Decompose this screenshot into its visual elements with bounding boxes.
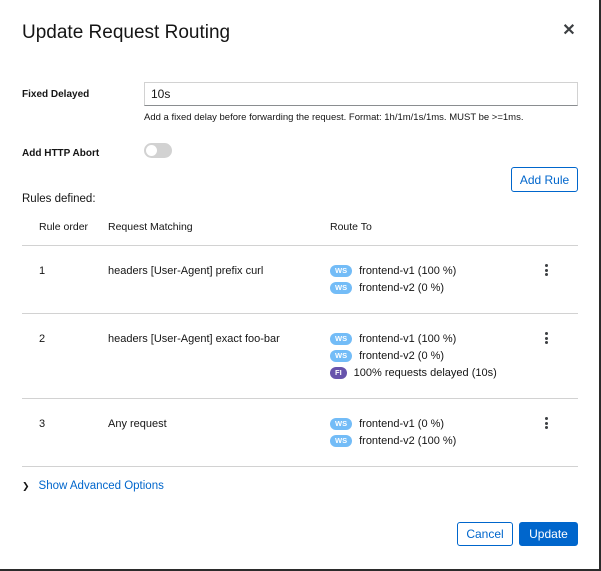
ws-badge: WS: [330, 350, 353, 362]
request-matching: Any request: [108, 418, 167, 430]
close-icon[interactable]: ✕: [561, 22, 577, 40]
route-text: frontend-v1 (100 %): [359, 333, 457, 345]
rules-defined-label: Rules defined:: [22, 193, 96, 205]
fi-badge: FI: [330, 367, 347, 379]
column-header-route-to: Route To: [330, 221, 372, 233]
ws-badge: WS: [330, 282, 353, 294]
rule-order: 1: [39, 265, 46, 277]
ws-badge: WS: [330, 435, 353, 447]
chevron-right-icon: ❯: [22, 480, 30, 491]
row-divider: [22, 398, 578, 399]
kebab-icon[interactable]: [541, 416, 551, 430]
cancel-button[interactable]: Cancel: [457, 522, 513, 546]
route-item: WS frontend-v1 (100 %): [330, 265, 456, 277]
update-request-routing-modal: Update Request Routing ✕ Fixed Delayed A…: [0, 0, 601, 571]
route-text: frontend-v2 (0 %): [359, 282, 445, 294]
route-item: WS frontend-v1 (0 %): [330, 418, 444, 430]
ws-badge: WS: [330, 333, 353, 345]
route-item: WS frontend-v2 (0 %): [330, 282, 444, 294]
fixed-delayed-input[interactable]: [144, 82, 578, 106]
toggle-knob: [146, 145, 157, 156]
route-item: FI 100% requests delayed (10s): [330, 367, 497, 379]
ws-badge: WS: [330, 418, 353, 430]
add-rule-button[interactable]: Add Rule: [511, 167, 578, 192]
kebab-icon[interactable]: [541, 263, 551, 277]
route-text: frontend-v2 (100 %): [359, 435, 457, 447]
request-matching: headers [User-Agent] exact foo-bar: [108, 333, 280, 345]
route-text: frontend-v1 (0 %): [359, 418, 445, 430]
show-advanced-options-toggle[interactable]: ❯ Show Advanced Options: [22, 479, 164, 493]
kebab-icon[interactable]: [541, 331, 551, 345]
rule-order: 2: [39, 333, 46, 345]
route-item: WS frontend-v2 (0 %): [330, 350, 444, 362]
show-advanced-options-label: Show Advanced Options: [38, 480, 164, 492]
route-text: frontend-v1 (100 %): [359, 265, 457, 277]
rule-order: 3: [39, 418, 46, 430]
http-abort-toggle[interactable]: [144, 143, 172, 158]
column-header-request-matching: Request Matching: [108, 221, 193, 233]
ws-badge: WS: [330, 265, 353, 277]
scrolled-content-edge: [22, 51, 582, 61]
fixed-delayed-label: Fixed Delayed: [22, 89, 90, 100]
route-text: 100% requests delayed (10s): [353, 367, 497, 379]
table-header-divider: [22, 245, 578, 246]
row-divider: [22, 466, 578, 467]
route-item: WS frontend-v2 (100 %): [330, 435, 456, 447]
request-matching: headers [User-Agent] prefix curl: [108, 265, 264, 277]
http-abort-label: Add HTTP Abort: [22, 148, 100, 159]
update-button[interactable]: Update: [519, 522, 578, 546]
route-item: WS frontend-v1 (100 %): [330, 333, 456, 345]
column-header-rule-order: Rule order: [39, 221, 89, 233]
modal-title: Update Request Routing: [22, 22, 231, 43]
route-text: frontend-v2 (0 %): [359, 350, 445, 362]
fixed-delayed-helper: Add a fixed delay before forwarding the …: [144, 112, 524, 123]
row-divider: [22, 313, 578, 314]
